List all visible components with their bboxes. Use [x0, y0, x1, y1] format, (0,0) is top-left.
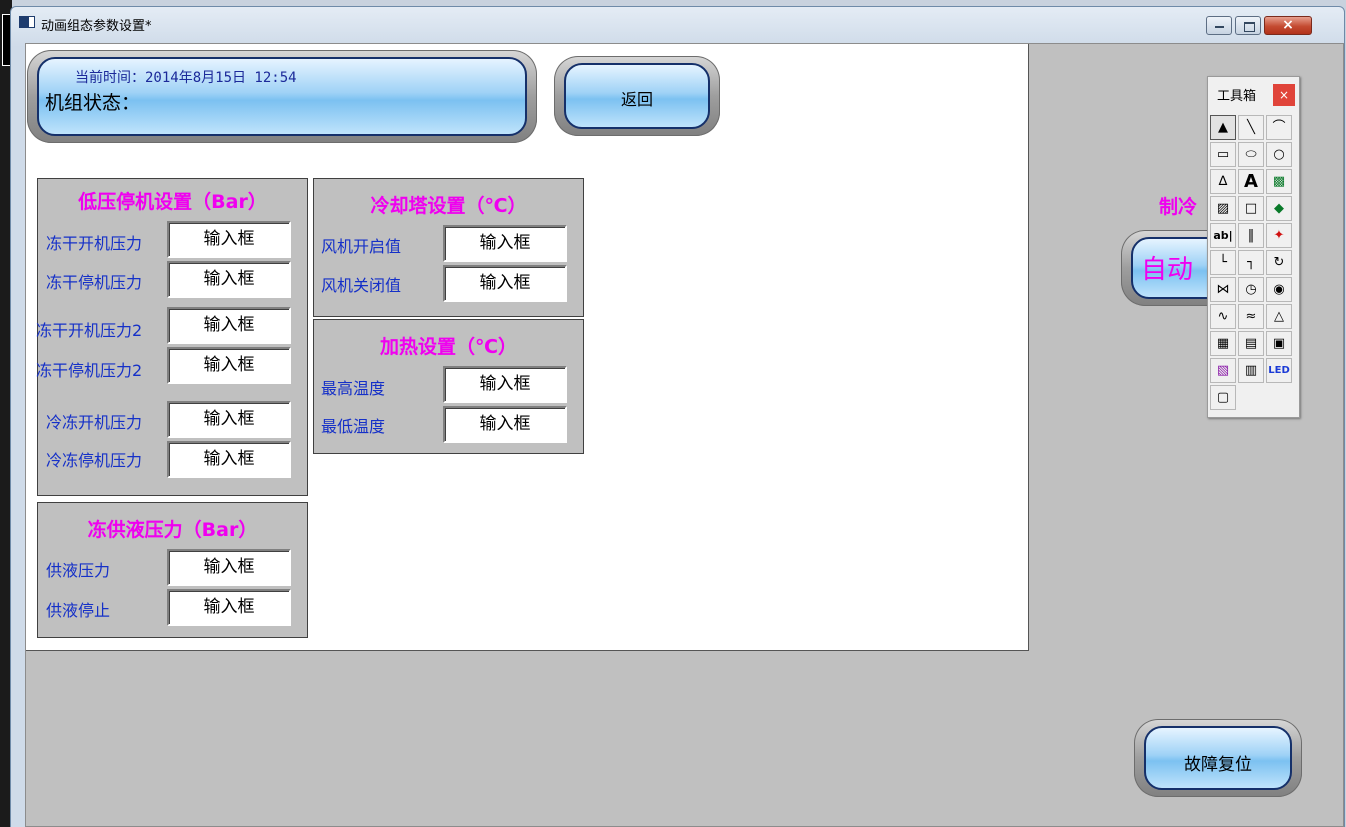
title-bar[interactable]: 动画组态参数设置* ×: [11, 7, 1344, 39]
input-field[interactable]: 输入框: [167, 441, 291, 478]
row-label: 冷冻开机压力: [46, 413, 143, 432]
tool-arc-icon[interactable]: ⌒: [1266, 115, 1292, 140]
close-button[interactable]: ×: [1264, 16, 1312, 35]
minimize-button[interactable]: [1206, 16, 1232, 35]
tool-gauge-icon[interactable]: ◷: [1238, 277, 1264, 302]
tool-line-icon[interactable]: ╲: [1238, 115, 1264, 140]
tool-trend-icon[interactable]: ∿: [1210, 304, 1236, 329]
tool-spin-icon[interactable]: ↻: [1266, 250, 1292, 275]
tool-bitmap-icon[interactable]: ▩: [1266, 169, 1292, 194]
row-label: 冻干停机压力2: [36, 361, 143, 380]
row-label: 冻干开机压力: [46, 234, 143, 253]
time-value: 2014年8月15日 12:54: [145, 70, 297, 86]
fault-reset-label: 故障复位: [1184, 755, 1252, 775]
mode-title-partial: 制冷: [1159, 196, 1198, 218]
window-app-icon: [19, 16, 35, 28]
toolbox-panel[interactable]: 工具箱 × ▲ ╲ ⌒ ▭ ⬭ ○ ∆ A ▩ ▨ □ ◆ ab| ‖ ✦ └ ┐ ↻ ⋈ ◷ ◉ ∿ ≈ △ ▦ ▤ ▣ ▧ ▥ LED…: [1207, 76, 1300, 418]
input-field[interactable]: 输入框: [443, 366, 567, 403]
supply-pressure-group: 冻供液压力（Bar） 供液压力 输入框 供液停止 输入框: [37, 502, 308, 638]
tool-text-input-icon[interactable]: ab|: [1210, 223, 1236, 248]
group-title-supply: 冻供液压力（Bar）: [87, 519, 258, 541]
unit-status-label: 机组状态：: [45, 92, 141, 114]
group-title-low-pressure: 低压停机设置（Bar）: [78, 191, 267, 213]
row-label: 最高温度: [321, 379, 386, 398]
tool-picture-button-icon[interactable]: ▨: [1210, 196, 1236, 221]
tool-rectangle-icon[interactable]: ▭: [1210, 142, 1236, 167]
input-field[interactable]: 输入框: [167, 261, 291, 298]
input-field[interactable]: 输入框: [443, 265, 567, 302]
tool-ellipse-icon[interactable]: ○: [1266, 142, 1292, 167]
tool-polygon-icon[interactable]: ∆: [1210, 169, 1236, 194]
row-label: 冷冻停机压力: [46, 451, 143, 470]
tool-layers-icon[interactable]: ▣: [1266, 331, 1292, 356]
desktop-background: 动画组态参数设置* × 当前时间：2014年8月15日 12:54 机组状态：: [0, 0, 1346, 827]
back-button[interactable]: 返回: [554, 56, 720, 136]
back-button-label: 返回: [620, 90, 653, 109]
tool-alarm-window-icon[interactable]: ▢: [1210, 385, 1236, 410]
row-label: 风机开启值: [321, 237, 402, 256]
window-title: 动画组态参数设置*: [41, 19, 152, 34]
maximize-button[interactable]: [1235, 16, 1261, 35]
tool-xy-trend-icon[interactable]: ≈: [1238, 304, 1264, 329]
input-field[interactable]: 输入框: [443, 225, 567, 262]
time-label: 当前时间：: [75, 70, 145, 86]
design-canvas[interactable]: 当前时间：2014年8月15日 12:54 机组状态： 返回 低压停机设置（Ba…: [26, 44, 1029, 651]
toolbox-title: 工具箱: [1217, 89, 1257, 104]
cooling-tower-group: 冷却塔设置（℃） 风机开启值 输入框 风机关闭值 输入框: [313, 178, 584, 317]
tool-rounded-rect-icon[interactable]: ⬭: [1238, 142, 1264, 167]
tool-web-icon[interactable]: ◆: [1266, 196, 1292, 221]
fault-reset-button[interactable]: 故障复位: [1134, 719, 1302, 797]
minimize-icon: [1215, 26, 1224, 28]
row-label: 供液压力: [46, 561, 111, 580]
maximize-icon: [1244, 22, 1255, 32]
group-title-cooling-tower: 冷却塔设置（℃）: [370, 195, 527, 217]
input-field[interactable]: 输入框: [167, 221, 291, 258]
input-field[interactable]: 输入框: [167, 589, 291, 626]
tool-chart-icon[interactable]: ▧: [1210, 358, 1236, 383]
app-window: 动画组态参数设置* × 当前时间：2014年8月15日 12:54 机组状态：: [10, 6, 1345, 827]
input-field[interactable]: 输入框: [167, 549, 291, 586]
row-label: 风机关闭值: [321, 276, 402, 295]
input-field[interactable]: 输入框: [167, 307, 291, 344]
input-field[interactable]: 输入框: [443, 406, 567, 443]
tool-led-icon[interactable]: LED: [1266, 358, 1292, 383]
tool-step-line-icon[interactable]: ┐: [1238, 250, 1264, 275]
time-status-panel: 当前时间：2014年8月15日 12:54 机组状态：: [27, 50, 537, 143]
row-label: 冻干开机压力2: [36, 321, 143, 340]
tool-angle-line-icon[interactable]: └: [1210, 250, 1236, 275]
tool-indicator-icon[interactable]: ◉: [1266, 277, 1292, 302]
time-status-inner: 当前时间：2014年8月15日 12:54 机组状态：: [37, 57, 527, 136]
tool-button-disabled-icon[interactable]: □: [1238, 196, 1264, 221]
tool-text-icon[interactable]: A: [1238, 169, 1264, 194]
tool-report-icon[interactable]: ▥: [1238, 358, 1264, 383]
row-label: 供液停止: [46, 601, 111, 620]
heating-group: 加热设置（℃） 最高温度 输入框 最低温度 输入框: [313, 319, 584, 454]
group-title-heating: 加热设置（℃）: [379, 336, 517, 358]
tool-pointer-icon[interactable]: ▲: [1210, 115, 1236, 140]
close-icon: ×: [1282, 17, 1294, 33]
tool-valve-icon[interactable]: ⋈: [1210, 277, 1236, 302]
row-label: 冻干停机压力: [46, 273, 143, 292]
tool-alarm-switch-icon[interactable]: ✦: [1266, 223, 1292, 248]
tool-table-icon[interactable]: ▤: [1238, 331, 1264, 356]
low-pressure-group: 低压停机设置（Bar） 冻干开机压力 输入框 冻干停机压力 输入框 冻干开机压力…: [36, 178, 308, 496]
row-label: 最低温度: [321, 417, 386, 436]
input-field[interactable]: 输入框: [167, 347, 291, 384]
toolbox-close-button[interactable]: ×: [1273, 84, 1295, 106]
tool-grid-icon[interactable]: ▦: [1210, 331, 1236, 356]
tool-slider-icon[interactable]: ‖: [1238, 223, 1264, 248]
tool-alarm-bell-icon[interactable]: △: [1266, 304, 1292, 329]
client-area: 当前时间：2014年8月15日 12:54 机组状态： 返回 低压停机设置（Ba…: [25, 43, 1344, 827]
input-field[interactable]: 输入框: [167, 401, 291, 438]
